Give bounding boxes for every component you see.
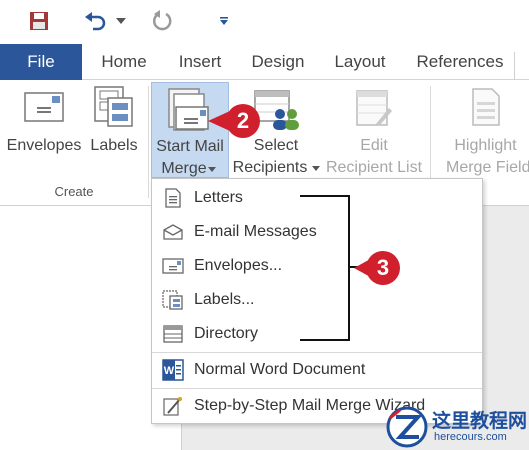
labels-icon <box>94 86 133 127</box>
undo-icon[interactable] <box>82 8 110 34</box>
watermark-logo-icon <box>386 406 428 448</box>
directory-icon <box>163 325 183 343</box>
menu-item-label: Normal Word Document <box>194 361 366 378</box>
create-group-label: Create <box>54 184 94 199</box>
chevron-down-icon <box>312 166 320 171</box>
highlight-merge-fields-button[interactable]: Highlight Merge Field <box>434 80 529 180</box>
highlight-document-icon <box>472 88 500 126</box>
ribbon-tabs: File Home Insert Design Layout Reference… <box>0 44 529 80</box>
quick-access-toolbar <box>0 0 529 44</box>
menu-item-label: Labels... <box>194 291 255 308</box>
dropdown-arrow-icon[interactable] <box>114 8 128 34</box>
labels-button[interactable]: Labels <box>86 80 142 180</box>
tab-divider <box>514 52 515 80</box>
save-icon[interactable] <box>26 8 52 34</box>
start-mail-merge-label-line2: Merge <box>161 160 207 177</box>
select-recipients-label-line1: Select <box>253 137 299 154</box>
tab-file[interactable]: File <box>0 44 82 80</box>
watermark-title: 这里教程网 <box>432 410 528 432</box>
callout-badge-2: 2 <box>226 104 260 138</box>
envelope-icon <box>162 258 184 274</box>
wizard-icon <box>163 397 182 416</box>
edit-recipient-list-label-line1: Edit <box>360 137 388 154</box>
labels-icon <box>162 290 183 310</box>
menu-item-label: Directory <box>194 325 259 342</box>
tab-home[interactable]: Home <box>96 44 152 80</box>
callout-bracket <box>300 195 350 341</box>
menu-item-label: Letters <box>194 189 243 206</box>
highlight-merge-fields-label-line1: Highlight <box>454 137 517 154</box>
labels-label: Labels <box>90 137 138 154</box>
select-recipients-label-line2: Recipients <box>232 159 308 176</box>
menu-item-normal-word-document[interactable]: W Normal Word Document <box>152 353 482 387</box>
tab-layout[interactable]: Layout <box>328 44 392 80</box>
menu-item-label: E-mail Messages <box>194 223 317 240</box>
envelopes-button[interactable]: Envelopes <box>4 80 84 180</box>
redo-icon[interactable] <box>148 8 176 34</box>
envelope-icon <box>24 92 64 122</box>
callout-badge-3: 3 <box>366 251 400 285</box>
watermark: 这里教程网 herecours.com <box>384 404 529 450</box>
edit-recipient-list-label-line2: Recipient List <box>325 159 423 176</box>
watermark-url: herecours.com <box>434 431 507 443</box>
recipients-icon <box>254 90 299 130</box>
menu-item-label: Envelopes... <box>194 257 283 274</box>
svg-text:W: W <box>164 365 175 377</box>
email-icon <box>163 224 183 240</box>
tab-design[interactable]: Design <box>246 44 310 80</box>
edit-recipient-list-button[interactable]: Edit Recipient List <box>322 80 426 180</box>
edit-list-icon <box>356 90 392 126</box>
start-mail-merge-label-line1: Start Mail <box>156 138 224 155</box>
tab-insert[interactable]: Insert <box>172 44 228 80</box>
envelopes-label: Envelopes <box>6 137 82 154</box>
highlight-merge-fields-label-line2: Merge Field <box>446 159 529 176</box>
group-separator <box>148 86 149 198</box>
mail-merge-icon <box>168 88 209 131</box>
word-document-icon: W <box>162 359 184 381</box>
letter-icon <box>165 188 181 208</box>
chevron-down-icon <box>208 167 216 172</box>
customize-qat-icon[interactable] <box>216 8 232 34</box>
tab-references[interactable]: References <box>412 44 508 80</box>
